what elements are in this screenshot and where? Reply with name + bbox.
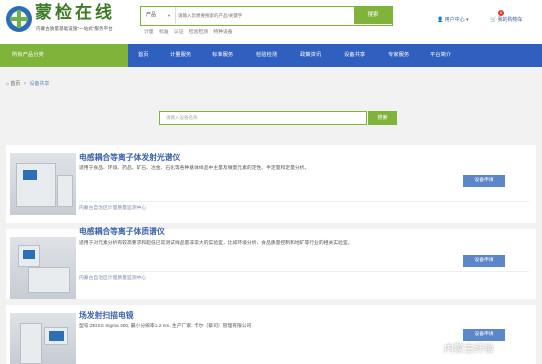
equipment-title[interactable]: 电感耦合等离子体质谱仪 [79,226,165,237]
watermark: 内蒙古纤检 [444,344,494,355]
breadcrumb-current: 设备共享 [29,81,50,87]
nav-item-metrology[interactable]: 计量服务 [170,44,191,67]
equipment-card: 电感耦合等离子体发射光谱仪 适用于食品、环境、药品、矿石、冶金、石化等各种基体样… [6,145,536,223]
wechat-icon [428,341,441,353]
equipment-card: 电感耦合等离子体质谱仪 适用于对元素分析有较高要求和超低已常测试样品量非常大的实… [6,226,536,299]
search-bar: 产品▼ 搜索 [140,6,393,26]
hot-word-link[interactable]: 特种设备 [213,30,232,35]
nav-item-experts[interactable]: 专家服务 [388,44,409,67]
nav-item-home[interactable]: 首页 [138,44,149,67]
cart-link[interactable]: 🛒 我的购物车 [490,16,523,23]
equipment-image[interactable] [10,153,76,215]
equipment-organization: 内蒙古自治区计量质量监测中心 [79,206,147,211]
equipment-title[interactable]: 场发射扫描电镜 [79,310,134,321]
all-categories-button[interactable]: 所有产品分类 [0,44,128,67]
nav-item-standards[interactable]: 标准服务 [212,44,233,67]
divider [79,201,529,202]
divider [79,271,529,272]
search-category-select[interactable]: 产品 ▼ [141,7,176,24]
user-icon: 👤 [437,17,444,23]
equipment-organization: 内蒙古自治区计量质量监测中心 [79,276,147,281]
nav-item-about[interactable]: 平台简介 [430,44,451,67]
hot-word-link[interactable]: 标准 [159,30,169,35]
equipment-description: 型号:ZEISS Sigma 300, 最小分辨率1.2 nm, 生产厂家: 卡… [79,324,252,329]
hot-word-link[interactable]: 认证 [174,30,184,35]
equipment-image[interactable] [10,237,76,299]
breadcrumb-home[interactable]: 首页 [10,81,20,87]
equipment-card: 场发射扫描电镜 型号:ZEISS Sigma 300, 最小分辨率1.2 nm,… [6,305,536,364]
hot-word-link[interactable]: 计量 [144,30,154,35]
apply-equipment-button[interactable]: 设备申请 [463,255,505,267]
cart-icon: 🛒 [490,17,497,23]
hot-words: 计量 标准 认证 检验检测 特种设备 [144,28,237,35]
chevron-down-icon: ▾ [466,17,469,23]
equipment-title[interactable]: 电感耦合等离子体发射光谱仪 [79,152,180,163]
equipment-search-input[interactable]: 请输入设备名称 [159,111,367,125]
breadcrumb: ⌂ 首页 > 设备共享 [6,80,49,87]
header: 蒙检在线 内蒙古质量基础设施"一站式"服务平台 产品▼ 搜索 计量 标准 认证 … [0,0,542,44]
user-center-link[interactable]: 👤 用户中心 ▾ [437,16,469,23]
site-subtitle: 内蒙古质量基础设施"一站式"服务平台 [36,26,113,31]
search-button[interactable]: 搜索 [354,7,392,24]
main-nav: 所有产品分类 首页 计量服务 标准服务 检验检测 政策资讯 设备共享 专家服务 … [0,44,542,67]
equipment-image[interactable] [10,313,76,364]
equipment-description: 适用于食品、环境、药品、矿石、冶金、石化等各种基体样品中主量及微量元素的定性、半… [79,166,310,171]
equipment-search-button[interactable]: 搜索 [368,111,397,125]
search-input[interactable] [178,8,348,23]
home-icon: ⌂ [6,81,10,87]
hot-word-link[interactable]: 检验检测 [189,30,208,35]
apply-equipment-button[interactable]: 设备申请 [463,175,505,187]
chevron-down-icon: ▼ [167,13,171,18]
nav-item-equipment-sharing[interactable]: 设备共享 [344,44,365,67]
site-title[interactable]: 蒙检在线 [35,3,115,23]
nav-item-policy[interactable]: 政策资讯 [300,44,321,67]
breadcrumb-separator: > [23,81,27,87]
equipment-description: 适用于对元素分析有较高要求和超低已常测试样品量非常大的实验室，比如环境分析、食品… [79,241,353,246]
nav-item-testing[interactable]: 检验检测 [256,44,277,67]
logo-icon[interactable] [4,4,34,34]
